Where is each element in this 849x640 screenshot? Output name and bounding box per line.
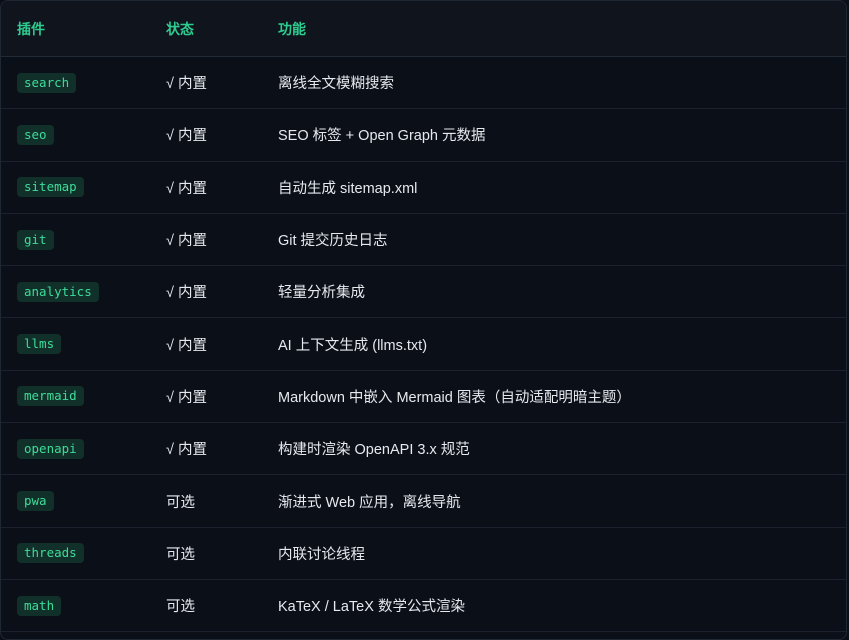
feature-cell: 自动生成 sitemap.xml <box>278 180 418 197</box>
feature-cell: Git 提交历史日志 <box>278 233 388 250</box>
feature-cell: 内联讨论线程 <box>278 546 365 563</box>
header-plugin: 插件 <box>17 20 45 37</box>
plugin-tag: seo <box>17 124 54 145</box>
status-cell: √ 内置 <box>166 180 207 197</box>
feature-cell: SEO 标签 + Open Graph 元数据 <box>278 128 486 145</box>
feature-cell: 轻量分析集成 <box>278 285 365 302</box>
plugin-tag: search <box>17 72 77 93</box>
plugin-tag: openapi <box>17 438 84 459</box>
table-row: analytics √ 内置 轻量分析集成 <box>1 266 846 319</box>
table-row: seo √ 内置 SEO 标签 + Open Graph 元数据 <box>1 109 846 162</box>
plugins-table: 插件 状态 功能 search √ 内置 离线全文模糊搜索 seo √ 内置 S… <box>0 0 847 640</box>
table-row: openapi √ 内置 构建时渲染 OpenAPI 3.x 规范 <box>1 423 846 476</box>
plugin-tag: mermaid <box>17 386 84 407</box>
plugin-tag: analytics <box>17 281 99 302</box>
plugin-tag: math <box>17 595 62 616</box>
table-header: 插件 状态 功能 <box>1 1 846 57</box>
status-cell: √ 内置 <box>166 233 207 250</box>
plugin-tag: threads <box>17 543 84 564</box>
plugin-tag: git <box>17 229 54 250</box>
status-cell: √ 内置 <box>166 285 207 302</box>
status-cell: √ 内置 <box>166 76 207 93</box>
plugin-tag: sitemap <box>17 177 84 198</box>
status-cell: 可选 <box>166 546 195 563</box>
table-row: mermaid √ 内置 Markdown 中嵌入 Mermaid 图表（自动适… <box>1 371 846 424</box>
feature-cell: 渐进式 Web 应用，离线导航 <box>278 494 461 511</box>
feature-cell: KaTeX / LaTeX 数学公式渲染 <box>278 599 465 616</box>
plugin-tag: pwa <box>17 491 54 512</box>
header-feature: 功能 <box>278 20 306 37</box>
status-cell: √ 内置 <box>166 128 207 145</box>
table-row: sitemap √ 内置 自动生成 sitemap.xml <box>1 162 846 214</box>
feature-cell: 构建时渲染 OpenAPI 3.x 规范 <box>278 442 470 459</box>
status-cell: 可选 <box>166 599 195 616</box>
table-row: math 可选 KaTeX / LaTeX 数学公式渲染 <box>1 580 846 633</box>
status-cell: 可选 <box>166 494 195 511</box>
header-status: 状态 <box>166 20 194 37</box>
feature-cell: Markdown 中嵌入 Mermaid 图表（自动适配明暗主题） <box>278 389 631 406</box>
table-row: llms √ 内置 AI 上下文生成 (llms.txt) <box>1 318 846 371</box>
status-cell: √ 内置 <box>166 389 207 406</box>
table-row: threads 可选 内联讨论线程 <box>1 528 846 580</box>
status-cell: √ 内置 <box>166 442 207 459</box>
status-cell: √ 内置 <box>166 337 207 354</box>
plugin-tag: llms <box>17 334 62 355</box>
table-row: search √ 内置 离线全文模糊搜索 <box>1 57 846 110</box>
feature-cell: AI 上下文生成 (llms.txt) <box>278 337 428 354</box>
feature-cell: 离线全文模糊搜索 <box>278 76 394 93</box>
table-row: pwa 可选 渐进式 Web 应用，离线导航 <box>1 475 846 528</box>
table-row: git √ 内置 Git 提交历史日志 <box>1 214 846 267</box>
